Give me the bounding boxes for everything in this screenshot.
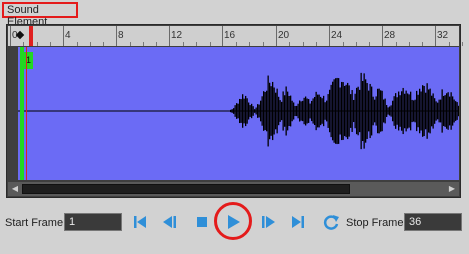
ruler-minor-tick bbox=[355, 42, 357, 46]
ruler-minor-tick bbox=[103, 42, 105, 46]
ruler-minor-tick bbox=[302, 42, 304, 46]
stop-icon[interactable] bbox=[192, 212, 212, 232]
horizontal-scrollbar[interactable]: ◀ ▶ bbox=[8, 182, 459, 196]
ruler-label: 32 bbox=[437, 30, 449, 41]
ruler-label: 8 bbox=[118, 30, 124, 41]
ruler-minor-tick bbox=[182, 42, 184, 46]
ruler-minor-tick bbox=[315, 42, 317, 46]
ruler-label: 12 bbox=[171, 30, 183, 41]
ruler-tick bbox=[382, 26, 383, 46]
play-highlight-ring bbox=[214, 202, 252, 240]
ruler-minor-tick bbox=[448, 42, 450, 46]
panel-title: Sound Element bbox=[2, 2, 78, 28]
ruler-minor-tick bbox=[36, 42, 38, 46]
next-frame-icon[interactable] bbox=[258, 212, 278, 232]
track-left-strip bbox=[8, 47, 18, 180]
ruler-minor-tick bbox=[289, 42, 291, 46]
start-frame-label: Start Frame bbox=[5, 217, 64, 229]
ruler-minor-tick bbox=[342, 42, 344, 46]
ruler-minor-tick bbox=[422, 42, 424, 46]
ruler-minor-tick bbox=[462, 42, 464, 46]
stop-frame-label: Stop Frame bbox=[346, 217, 404, 229]
scroll-thumb[interactable] bbox=[22, 184, 350, 194]
last-frame-icon[interactable] bbox=[288, 212, 308, 232]
ruler-tick bbox=[222, 26, 223, 46]
loop-icon[interactable] bbox=[321, 212, 341, 232]
ruler-label: 20 bbox=[278, 30, 290, 41]
ruler-minor-tick bbox=[76, 42, 78, 46]
scroll-right-icon[interactable]: ▶ bbox=[446, 182, 458, 196]
ruler-minor-tick bbox=[143, 42, 144, 46]
ruler-minor-tick bbox=[129, 42, 131, 46]
playhead-line bbox=[26, 47, 27, 180]
first-frame-icon[interactable] bbox=[130, 212, 150, 232]
ruler-label: 4 bbox=[65, 30, 71, 41]
ruler-minor-tick bbox=[395, 42, 397, 46]
timeline-panel[interactable]: 0 4 8 12 16 20 24 28 32 1 ◀ ▶ bbox=[6, 24, 464, 198]
ruler-tick bbox=[276, 26, 277, 46]
ruler-label: 24 bbox=[331, 30, 343, 41]
ruler-tick bbox=[329, 26, 330, 46]
ruler-tick bbox=[435, 26, 436, 46]
ruler-label: 16 bbox=[224, 30, 236, 41]
ruler-minor-tick bbox=[23, 42, 25, 46]
ruler-minor-tick bbox=[369, 42, 371, 46]
start-frame-field[interactable]: 1 bbox=[64, 213, 122, 231]
ruler-minor-tick bbox=[262, 42, 264, 46]
playhead-marker[interactable] bbox=[29, 26, 33, 46]
ruler-tick bbox=[10, 26, 11, 46]
stop-frame-field[interactable]: 36 bbox=[404, 213, 462, 231]
ruler-tick bbox=[169, 26, 170, 46]
previous-frame-icon[interactable] bbox=[160, 212, 180, 232]
ruler-minor-tick bbox=[249, 42, 251, 46]
waveform-graphic bbox=[18, 72, 459, 150]
ruler-minor-tick bbox=[196, 42, 198, 46]
ruler-minor-tick bbox=[89, 42, 91, 46]
ruler-minor-tick bbox=[209, 42, 211, 46]
ruler-minor-tick bbox=[236, 42, 238, 46]
ruler-minor-tick bbox=[49, 42, 51, 46]
ruler-tick bbox=[116, 26, 117, 46]
ruler-minor-tick bbox=[409, 42, 410, 46]
scroll-left-icon[interactable]: ◀ bbox=[9, 182, 21, 196]
frame-ruler[interactable]: 0 4 8 12 16 20 24 28 32 bbox=[8, 26, 464, 46]
ruler-tick bbox=[63, 26, 64, 46]
ruler-label: 28 bbox=[384, 30, 396, 41]
ruler-minor-tick bbox=[156, 42, 158, 46]
